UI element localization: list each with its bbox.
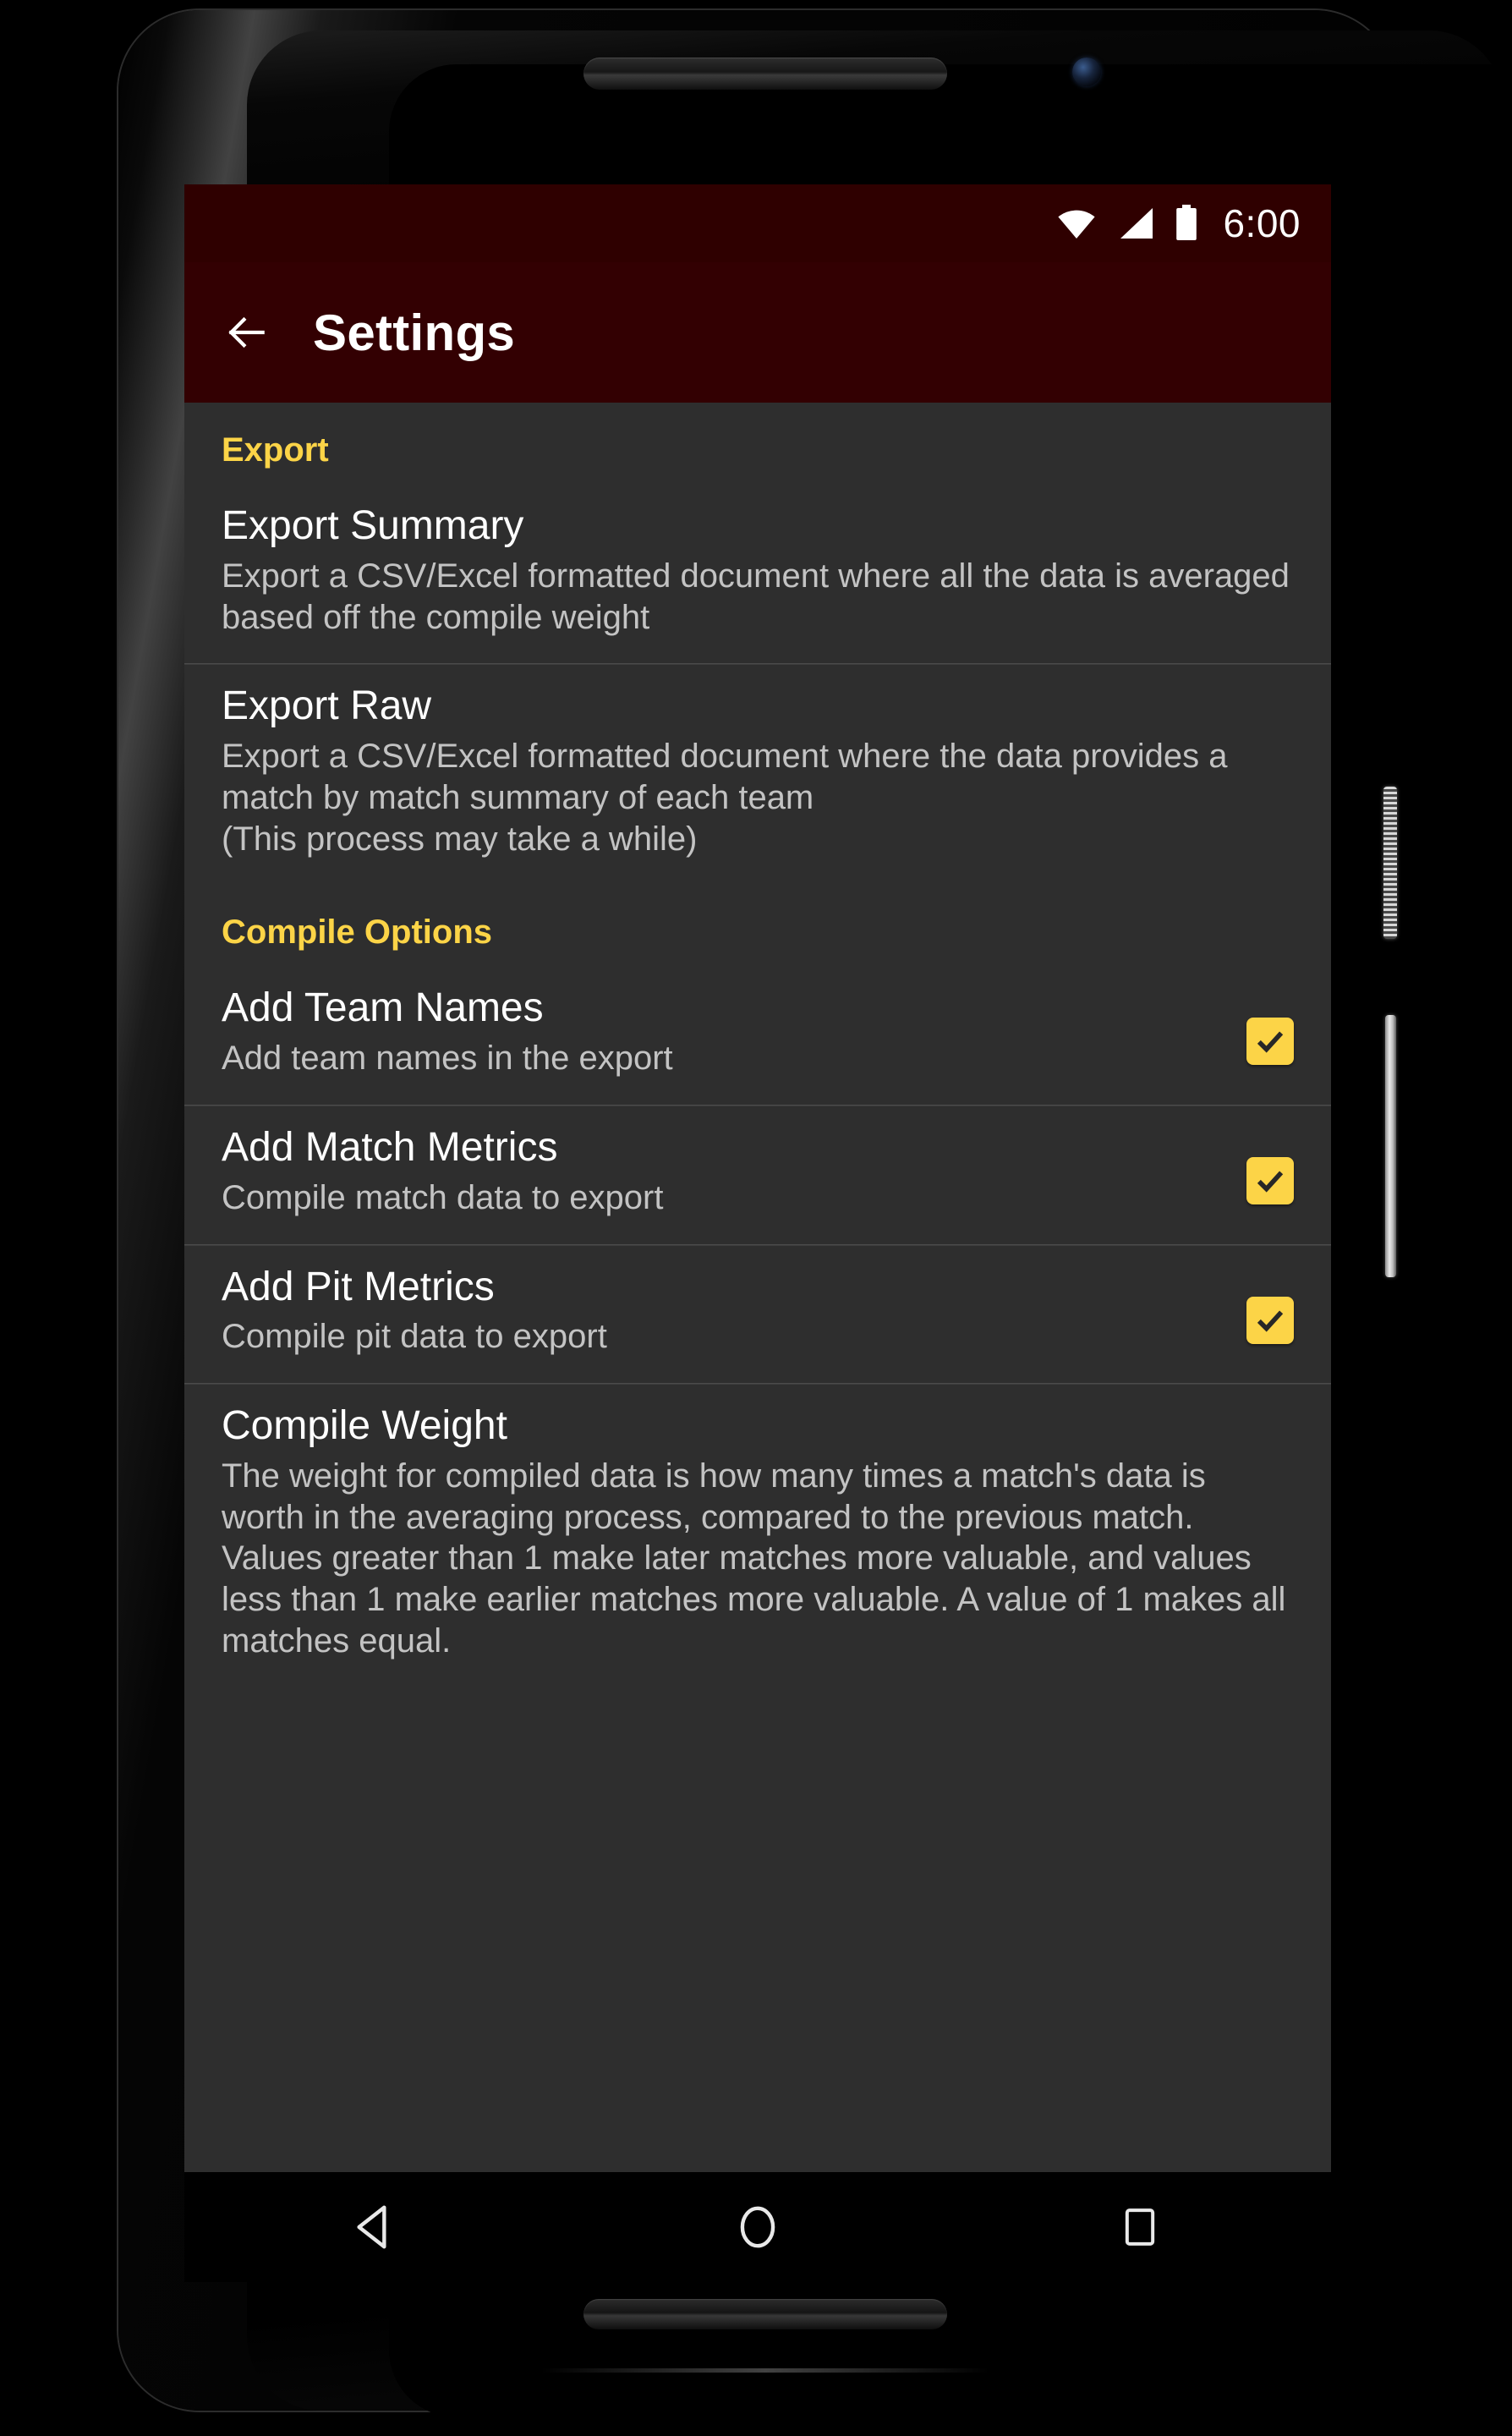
power-button[interactable] xyxy=(1383,787,1397,939)
nav-home-icon[interactable] xyxy=(698,2181,817,2274)
list-item-title: Add Pit Metrics xyxy=(222,1264,495,1309)
section-header-export: Export xyxy=(222,431,329,469)
list-item-title: Export Raw xyxy=(222,683,432,729)
section-header-compile-options: Compile Options xyxy=(222,914,492,952)
list-item-export-raw[interactable]: Export Raw Export a CSV/Excel formatted … xyxy=(184,665,1331,885)
checkbox-checked-icon[interactable] xyxy=(1246,1157,1294,1205)
list-item-title: Compile Weight xyxy=(222,1403,507,1449)
list-item-add-pit-metrics[interactable]: Add Pit Metrics Compile pit data to expo… xyxy=(184,1246,1331,1384)
list-item-title: Export Summary xyxy=(222,503,524,548)
phone-screen: 6:00 Settings Export Export Summary Expo… xyxy=(184,184,1331,2172)
list-item-subtitle: Compile match data to export xyxy=(222,1178,664,1216)
back-arrow-icon[interactable] xyxy=(223,309,271,356)
checkbox-checked-icon[interactable] xyxy=(1246,1296,1294,1344)
battery-icon xyxy=(1174,205,1199,242)
settings-list[interactable]: Export Export Summary Export a CSV/Excel… xyxy=(184,403,1331,2172)
list-item-compile-weight[interactable]: Compile Weight The weight for compiled d… xyxy=(184,1385,1331,1687)
volume-button[interactable] xyxy=(1385,1015,1396,1277)
bottom-speaker xyxy=(583,2299,947,2329)
list-item-title: Add Match Metrics xyxy=(222,1125,558,1171)
app-bar: Settings xyxy=(184,262,1331,403)
front-camera-icon xyxy=(1072,58,1101,86)
status-bar-clock: 6:00 xyxy=(1223,201,1301,245)
checkbox-checked-icon[interactable] xyxy=(1246,1018,1294,1066)
earpiece-speaker xyxy=(583,58,947,90)
wifi-icon xyxy=(1055,206,1098,240)
list-item-export-summary[interactable]: Export Summary Export a CSV/Excel format… xyxy=(184,485,1331,663)
nav-back-icon[interactable] xyxy=(316,2181,435,2274)
status-bar: 6:00 xyxy=(184,184,1331,262)
list-item-subtitle: Export a CSV/Excel formatted document wh… xyxy=(222,557,1290,636)
list-item-subtitle: The weight for compiled data is how many… xyxy=(222,1457,1286,1660)
checkbox-add-team-names[interactable] xyxy=(1221,985,1294,1066)
list-item-add-team-names[interactable]: Add Team Names Add team names in the exp… xyxy=(184,967,1331,1105)
chin-accent-line xyxy=(541,2368,989,2373)
list-item-subtitle: Export a CSV/Excel formatted document wh… xyxy=(222,738,1228,858)
list-item-title: Add Team Names xyxy=(222,985,544,1031)
page-title: Settings xyxy=(313,304,516,361)
list-item-subtitle: Compile pit data to export xyxy=(222,1318,607,1356)
checkbox-add-pit-metrics[interactable] xyxy=(1221,1265,1294,1344)
nav-recents-icon[interactable] xyxy=(1081,2181,1199,2274)
list-item-subtitle: Add team names in the export xyxy=(222,1040,673,1078)
signal-icon xyxy=(1116,206,1155,240)
checkbox-add-match-metrics[interactable] xyxy=(1221,1125,1294,1205)
list-item-add-match-metrics[interactable]: Add Match Metrics Compile match data to … xyxy=(184,1106,1331,1244)
android-nav-bar xyxy=(184,2172,1331,2282)
